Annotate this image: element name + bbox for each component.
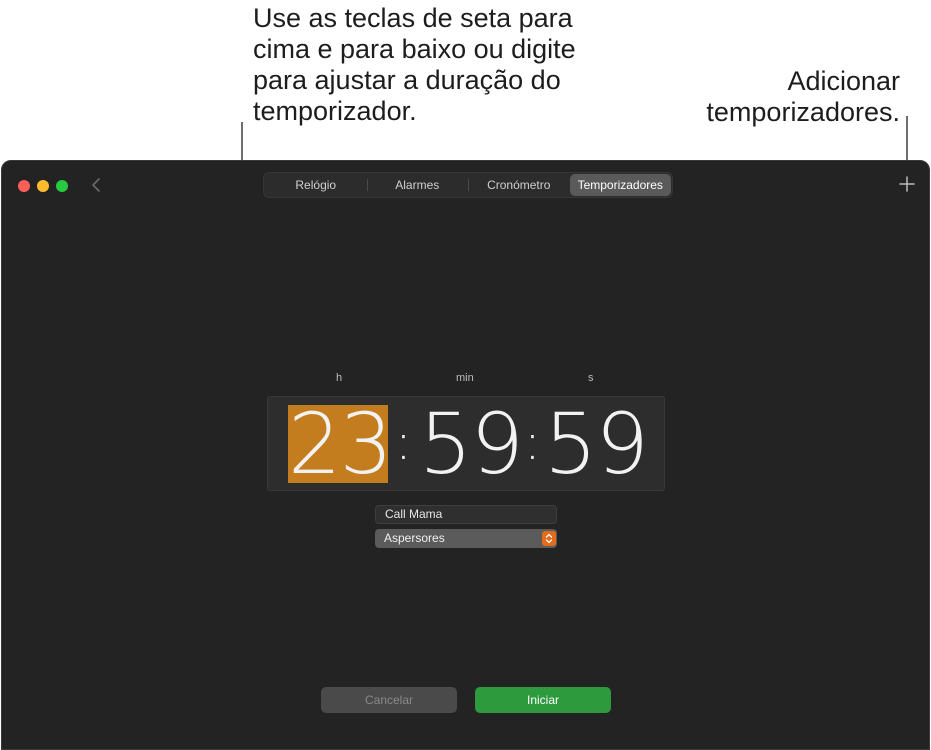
seconds-unit-label: s: [588, 372, 594, 384]
plus-icon[interactable]: [899, 176, 915, 192]
sound-selected-value: Aspersores: [384, 531, 445, 545]
updown-chevron-icon: [542, 531, 556, 546]
back-chevron-icon[interactable]: [88, 174, 104, 196]
time-separator: :: [395, 413, 412, 471]
zoom-button[interactable]: [56, 180, 68, 192]
timer-label-input[interactable]: Call Mama: [375, 505, 557, 524]
timer-duration-display: 23 : 59 : 59: [267, 396, 665, 491]
close-button[interactable]: [18, 180, 30, 192]
tab-clock[interactable]: Relógio: [265, 174, 367, 196]
hours-field[interactable]: 23: [288, 402, 393, 486]
tab-bar: Relógio Alarmes Cronómetro Temporizadore…: [263, 172, 673, 198]
tab-timers[interactable]: Temporizadores: [569, 174, 671, 196]
minutes-unit-label: min: [456, 372, 474, 384]
tab-alarms[interactable]: Alarmes: [366, 174, 469, 196]
add-timers-callout: Adicionar temporizadores.: [706, 66, 900, 127]
cancel-button[interactable]: Cancelar: [321, 687, 457, 713]
seconds-field[interactable]: 59: [543, 402, 649, 486]
start-button[interactable]: Iniciar: [475, 687, 611, 713]
hours-unit-label: h: [336, 372, 343, 384]
duration-callout: Use as teclas de seta para cima e para b…: [253, 3, 576, 126]
minutes-field[interactable]: 59: [418, 402, 524, 486]
sound-popup-button[interactable]: Aspersores: [375, 529, 557, 548]
minimize-button[interactable]: [37, 180, 49, 192]
time-separator: :: [524, 413, 541, 471]
clock-app-window: Relógio Alarmes Cronómetro Temporizadore…: [1, 160, 930, 750]
tab-stopwatch[interactable]: Cronómetro: [468, 174, 570, 196]
